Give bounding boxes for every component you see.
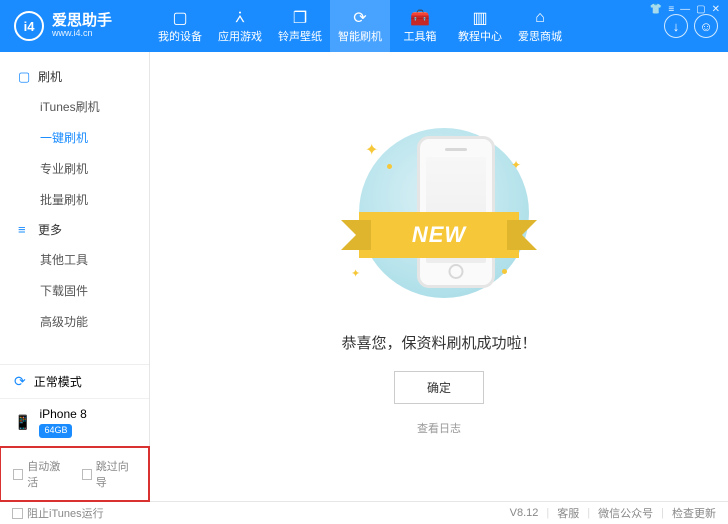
footer-link-update[interactable]: 检查更新 — [672, 505, 716, 521]
user-icon[interactable]: ☺ — [694, 14, 718, 38]
footer-link-wechat[interactable]: 微信公众号 — [598, 505, 653, 521]
storage-badge: 64GB — [39, 424, 72, 438]
main-content: ✦ ✦ ✦ NEW 恭喜您，保资料刷机成功啦！ 确定 查看日志 — [150, 52, 728, 501]
minimize-icon[interactable]: — — [680, 4, 690, 15]
more-icon: ≡ — [18, 222, 32, 237]
checkbox-block-itunes[interactable]: 阻止iTunes运行 — [12, 505, 104, 521]
app-url: www.i4.cn — [52, 29, 112, 39]
flash-icon: ⟳ — [353, 8, 366, 28]
nav-my-device[interactable]: ▢我的设备 — [150, 0, 210, 52]
device-info[interactable]: 📱 iPhone 8 64GB — [0, 399, 149, 447]
sidebar-item-oneclick-flash[interactable]: 一键刷机 — [0, 122, 149, 153]
header: 👕 ≡ — ▢ ✕ i4 爱思助手 www.i4.cn ▢我的设备 ⩑应用游戏 … — [0, 0, 728, 52]
sidebar-item-itunes-flash[interactable]: iTunes刷机 — [0, 91, 149, 122]
device-mode[interactable]: ⟳ 正常模式 — [0, 365, 149, 399]
logo-icon: i4 — [14, 11, 44, 41]
sidebar: ▢ 刷机 iTunes刷机 一键刷机 专业刷机 批量刷机 ≡ 更多 其他工具 下… — [0, 52, 150, 501]
new-ribbon: NEW — [359, 212, 519, 258]
star-icon: ✦ — [351, 267, 360, 280]
checkbox-icon — [12, 508, 23, 519]
success-message: 恭喜您，保资料刷机成功啦！ — [341, 332, 536, 353]
nav-tutorials[interactable]: ▥教程中心 — [450, 0, 510, 52]
nav-toolbox[interactable]: 🧰工具箱 — [390, 0, 450, 52]
nav-apps[interactable]: ⩑应用游戏 — [210, 0, 270, 52]
checkbox-icon — [82, 469, 92, 480]
ok-button[interactable]: 确定 — [394, 371, 484, 404]
toolbox-icon: 🧰 — [410, 8, 430, 28]
checkbox-icon — [13, 469, 23, 480]
ringtone-icon: ❐ — [293, 8, 307, 28]
app-title: 爱思助手 — [52, 13, 112, 30]
status-bar: 阻止iTunes运行 V8.12 | 客服 | 微信公众号 | 检查更新 — [0, 501, 728, 524]
options-highlight: 自动激活 跳过向导 — [0, 446, 150, 502]
star-icon: ✦ — [365, 140, 378, 160]
nav-flash[interactable]: ⟳智能刷机 — [330, 0, 390, 52]
skin-icon[interactable]: 👕 — [650, 4, 662, 15]
version-label: V8.12 — [510, 507, 539, 519]
success-illustration: ✦ ✦ ✦ NEW — [339, 118, 539, 318]
nav-store[interactable]: ⌂爱思商城 — [510, 0, 570, 52]
sidebar-item-other-tools[interactable]: 其他工具 — [0, 244, 149, 275]
refresh-icon: ⟳ — [14, 373, 26, 390]
close-icon[interactable]: ✕ — [712, 4, 720, 15]
apps-icon: ⩑ — [235, 8, 245, 28]
view-log-link[interactable]: 查看日志 — [417, 420, 461, 436]
sidebar-item-batch-flash[interactable]: 批量刷机 — [0, 184, 149, 215]
sidebar-item-advanced[interactable]: 高级功能 — [0, 306, 149, 337]
phone-small-icon: 📱 — [14, 414, 31, 431]
star-icon: ✦ — [511, 158, 521, 172]
mode-label: 正常模式 — [34, 373, 82, 390]
sidebar-item-download-firmware[interactable]: 下载固件 — [0, 275, 149, 306]
logo-area: i4 爱思助手 www.i4.cn — [0, 0, 150, 52]
download-icon[interactable]: ↓ — [664, 14, 688, 38]
sidebar-group-flash: ▢ 刷机 — [0, 62, 149, 91]
checkbox-skip-wizard[interactable]: 跳过向导 — [82, 458, 137, 490]
window-controls: 👕 ≡ — ▢ ✕ — [650, 4, 720, 15]
maximize-icon[interactable]: ▢ — [696, 4, 705, 15]
sidebar-item-pro-flash[interactable]: 专业刷机 — [0, 153, 149, 184]
nav-ringtones[interactable]: ❐铃声壁纸 — [270, 0, 330, 52]
menu-icon[interactable]: ≡ — [668, 4, 674, 15]
phone-icon: ▢ — [18, 69, 32, 85]
device-icon: ▢ — [172, 8, 187, 28]
sidebar-group-more: ≡ 更多 — [0, 215, 149, 244]
checkbox-auto-activate[interactable]: 自动激活 — [13, 458, 68, 490]
tutorial-icon: ▥ — [472, 8, 487, 28]
store-icon: ⌂ — [535, 8, 545, 28]
device-name: iPhone 8 — [39, 407, 86, 423]
top-nav: ▢我的设备 ⩑应用游戏 ❐铃声壁纸 ⟳智能刷机 🧰工具箱 ▥教程中心 ⌂爱思商城 — [150, 0, 664, 52]
footer-link-support[interactable]: 客服 — [557, 505, 579, 521]
